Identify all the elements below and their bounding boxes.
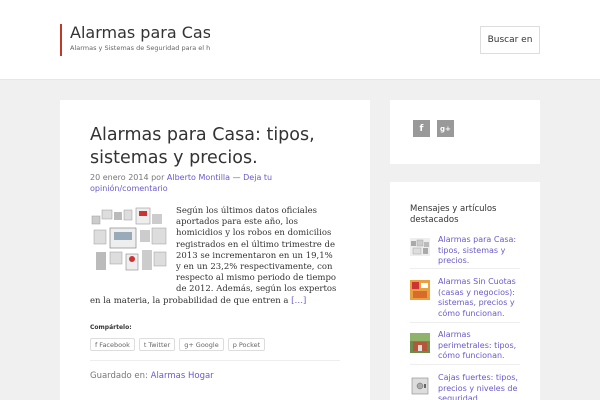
- filed-label: Guardado en:: [90, 371, 148, 381]
- post-card: Alarmas para Casa: tipos, sistemas y pre…: [60, 100, 370, 400]
- featured-thumbnail[interactable]: [410, 280, 430, 300]
- share-label-google: Google: [195, 340, 219, 349]
- featured-link[interactable]: Alarmas para Casa: tipos, sistemas y pre…: [438, 235, 522, 267]
- site-description: Alarmas y Sistemas de Seguridad para el …: [70, 44, 210, 52]
- featured-link[interactable]: Alarmas perimetrales: tipos, cómo funcio…: [438, 330, 522, 362]
- read-more-link[interactable]: […]: [291, 296, 306, 306]
- author-link[interactable]: Alberto Montilla: [167, 173, 230, 182]
- twitter-icon: t: [143, 340, 147, 349]
- post-meta: 20 enero 2014 por Alberto Montilla — Dej…: [90, 172, 330, 194]
- post-divider: [90, 360, 340, 361]
- meta-separator: —: [232, 173, 241, 182]
- share-label-pocket: Pocket: [238, 340, 261, 349]
- post-footer: Guardado en: Alarmas Hogar: [90, 371, 214, 381]
- share-label-facebook: Facebook: [99, 340, 130, 349]
- site-header: Alarmas para Casas Alarmas y Sistemas de…: [0, 0, 600, 80]
- featured-posts-widget: Mensajes y artículos destacados Alarmas …: [390, 182, 540, 400]
- post-excerpt: Según los últimos datos oficiales aporta…: [90, 206, 340, 307]
- social-widget: f g+: [390, 100, 540, 164]
- share-label: Compártelo:: [90, 324, 132, 331]
- facebook-icon: f: [95, 340, 98, 349]
- post-title[interactable]: Alarmas para Casa: tipos, sistemas y pre…: [90, 124, 350, 170]
- share-label-twitter: Twitter: [148, 340, 171, 349]
- search-button[interactable]: Buscar en: [480, 26, 540, 54]
- share-twitter-button[interactable]: t Twitter: [138, 338, 176, 351]
- share-google-button[interactable]: g+ Google: [179, 338, 224, 351]
- featured-thumbnail[interactable]: [410, 333, 430, 353]
- featured-widget-title: Mensajes y artículos destacados: [410, 204, 497, 225]
- google-plus-icon: g+: [184, 340, 194, 349]
- post-thumbnail[interactable]: [90, 206, 176, 292]
- post-date: 20 enero 2014: [90, 173, 149, 182]
- pocket-icon: p: [232, 340, 237, 349]
- featured-thumbnail[interactable]: [410, 376, 430, 396]
- featured-link[interactable]: Cajas fuertes: tipos, precios y niveles …: [438, 373, 522, 400]
- featured-thumbnail[interactable]: [410, 238, 430, 258]
- category-link[interactable]: Alarmas Hogar: [151, 371, 214, 381]
- site-branding[interactable]: Alarmas para Casas Alarmas y Sistemas de…: [60, 24, 210, 56]
- site-title[interactable]: Alarmas para Casas: [70, 24, 210, 42]
- featured-divider: [410, 268, 520, 269]
- share-pocket-button[interactable]: p Pocket: [227, 338, 266, 351]
- share-facebook-button[interactable]: f Facebook: [90, 338, 135, 351]
- featured-divider: [410, 322, 520, 323]
- facebook-icon[interactable]: f: [413, 120, 430, 137]
- post-by: por: [151, 173, 165, 182]
- google-plus-icon[interactable]: g+: [437, 120, 454, 137]
- share-buttons: f Facebook t Twitter g+ Google p Pocket: [90, 338, 266, 351]
- featured-link[interactable]: Alarmas Sin Cuotas (casas y negocios): s…: [438, 277, 522, 319]
- featured-divider: [410, 364, 520, 365]
